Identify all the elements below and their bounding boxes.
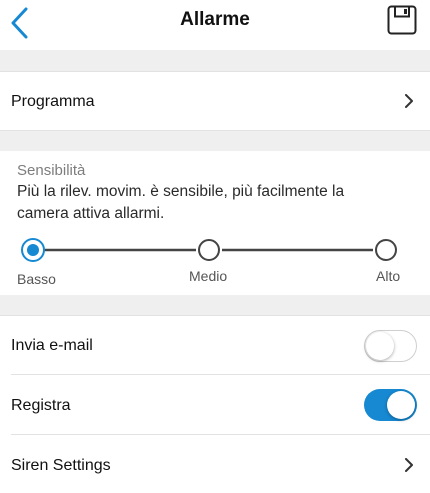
section-gap bbox=[0, 131, 430, 151]
record-label: Registra bbox=[11, 397, 71, 414]
level-medio-radio[interactable] bbox=[198, 239, 220, 261]
schedule-row[interactable]: Programma bbox=[0, 72, 430, 130]
email-toggle[interactable] bbox=[364, 330, 417, 362]
chevron-right-icon bbox=[405, 458, 413, 472]
level-basso-radio[interactable] bbox=[21, 238, 45, 262]
section-gap bbox=[0, 295, 430, 315]
sensitivity-slider[interactable] bbox=[0, 234, 430, 294]
email-label: Invia e-mail bbox=[11, 337, 93, 354]
header-bar: Allarme bbox=[0, 0, 430, 50]
chevron-right-icon bbox=[405, 94, 413, 108]
level-label-alto: Alto bbox=[376, 268, 401, 284]
level-label-medio: Medio bbox=[189, 268, 228, 284]
section-gap bbox=[0, 50, 430, 71]
sensitivity-title: Sensibilità bbox=[17, 162, 86, 179]
siren-settings-row[interactable]: Siren Settings bbox=[0, 435, 430, 493]
level-label-basso: Basso bbox=[17, 271, 56, 287]
level-alto-radio[interactable] bbox=[375, 239, 397, 261]
schedule-label: Programma bbox=[11, 93, 95, 110]
save-icon bbox=[387, 5, 417, 35]
toggle-knob bbox=[366, 331, 394, 360]
email-row: Invia e-mail bbox=[0, 316, 430, 374]
siren-settings-label: Siren Settings bbox=[11, 457, 111, 474]
sensitivity-description: Più la rilev. movim. è sensibile, più fa… bbox=[17, 183, 345, 222]
toggle-knob bbox=[387, 391, 415, 419]
save-button[interactable] bbox=[387, 5, 417, 35]
record-toggle[interactable] bbox=[364, 389, 417, 421]
page-title: Allarme bbox=[180, 9, 250, 30]
record-row: Registra bbox=[0, 375, 430, 434]
